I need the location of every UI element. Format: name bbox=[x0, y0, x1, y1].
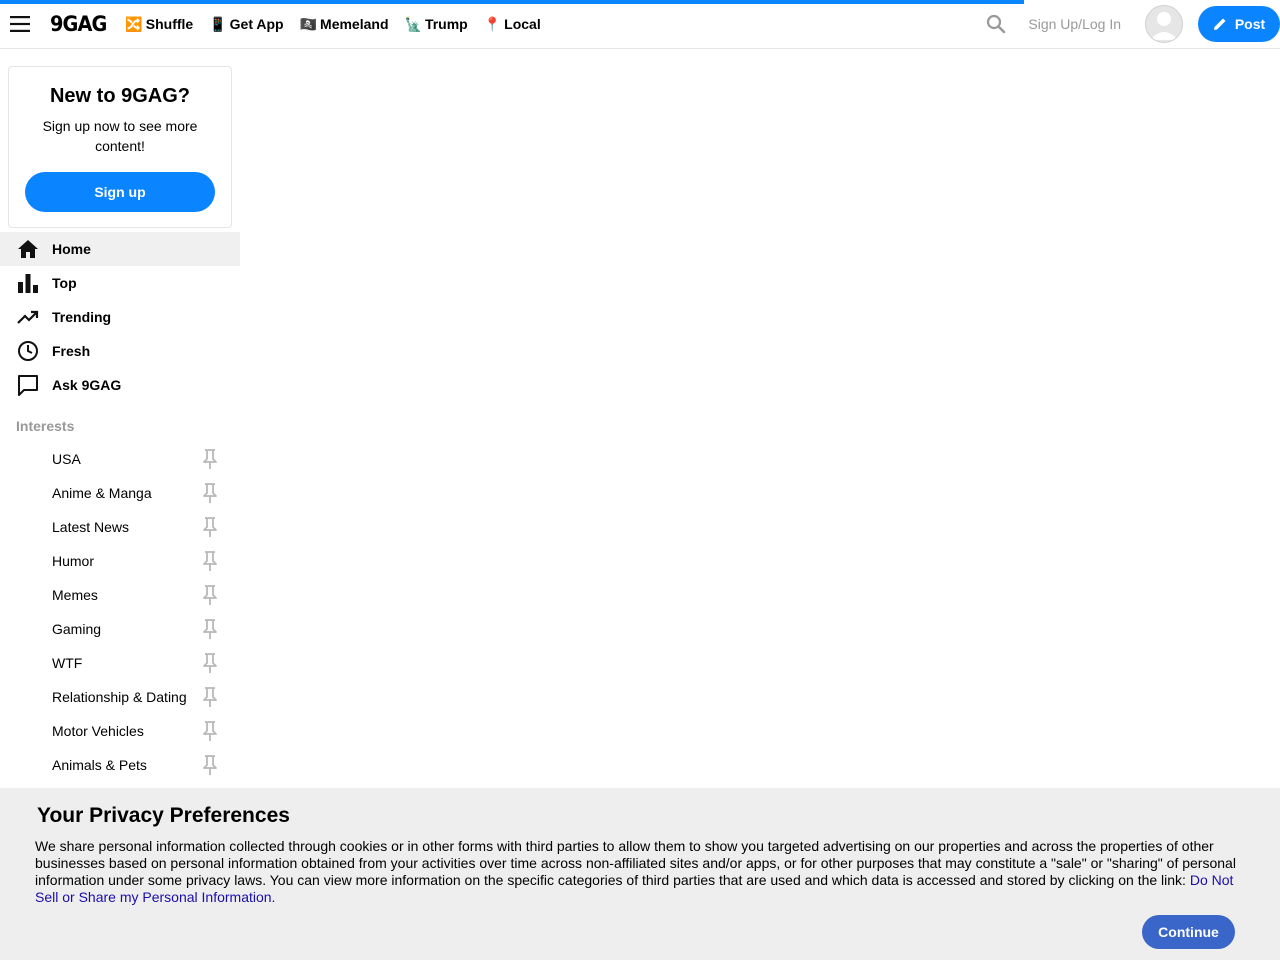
sidebar-item-label: Ask 9GAG bbox=[52, 377, 122, 393]
pin-icon[interactable] bbox=[201, 550, 219, 572]
post-button[interactable]: Post bbox=[1198, 6, 1280, 42]
nav-label: Get App bbox=[229, 16, 284, 32]
sidebar-item-top[interactable]: Top bbox=[0, 266, 240, 300]
interest-label: Gaming bbox=[52, 621, 102, 637]
nav-local[interactable]: 📍 Local bbox=[484, 16, 541, 33]
nav-memeland[interactable]: 🏴‍☠️ Memeland bbox=[300, 16, 389, 33]
sidebar-item-fresh[interactable]: Fresh bbox=[0, 334, 240, 368]
chat-icon bbox=[16, 373, 40, 397]
pencil-icon bbox=[1213, 18, 1226, 30]
shuffle-icon: 🔀 bbox=[125, 15, 143, 32]
avatar[interactable] bbox=[1145, 5, 1183, 43]
pin-icon[interactable] bbox=[201, 482, 219, 504]
home-icon bbox=[16, 237, 40, 261]
interest-item[interactable]: Anime & Manga bbox=[0, 476, 240, 510]
signup-title: New to 9GAG? bbox=[49, 85, 190, 107]
continue-button[interactable]: Continue bbox=[1142, 915, 1235, 949]
sidebar-item-home[interactable]: Home bbox=[0, 232, 240, 266]
sidebar-item-label: Top bbox=[52, 275, 77, 291]
interest-item[interactable]: Memes bbox=[0, 578, 240, 612]
interest-label: Memes bbox=[52, 587, 98, 603]
sidebar-item-ask-9gag[interactable]: Ask 9GAG bbox=[0, 368, 240, 402]
nav-shuffle[interactable]: 🔀 Shuffle bbox=[125, 16, 193, 33]
sidebar-item-label: Fresh bbox=[52, 343, 91, 359]
nav-get-app[interactable]: 📱 Get App bbox=[209, 16, 283, 33]
interest-label: Anime & Manga bbox=[52, 485, 152, 501]
interest-item[interactable]: Motor Vehicles bbox=[0, 714, 240, 748]
interest-label: Motor Vehicles bbox=[52, 723, 144, 739]
interest-item[interactable]: WTF bbox=[0, 646, 240, 680]
interest-item[interactable]: Animals & Pets bbox=[0, 748, 240, 782]
search-icon[interactable] bbox=[976, 4, 1016, 44]
interest-item[interactable]: Gaming bbox=[0, 612, 240, 646]
privacy-title: Your Privacy Preferences bbox=[37, 804, 290, 827]
top-nav: 🔀 Shuffle 📱 Get App 🏴‍☠️ Memeland 🗽 Trump 📍 L… bbox=[125, 16, 556, 33]
interest-label: Latest News bbox=[52, 519, 130, 535]
nav-label: Shuffle bbox=[145, 16, 194, 32]
interest-label: USA bbox=[52, 451, 81, 467]
nav-label: Local bbox=[504, 16, 541, 32]
logo[interactable]: 9GAG bbox=[50, 12, 107, 36]
interest-label: WTF bbox=[52, 655, 83, 671]
privacy-text: We share personal information collected … bbox=[35, 838, 1245, 906]
pin-icon[interactable] bbox=[201, 516, 219, 538]
pirate-flag-icon: 🏴‍☠️ bbox=[299, 15, 318, 32]
nav-label: Memeland bbox=[320, 16, 389, 32]
privacy-body: We share personal information collected … bbox=[35, 838, 1236, 888]
sidebar-menu: Home Top Trending Fresh Ask 9GAG bbox=[0, 232, 240, 402]
signup-card: New to 9GAG? Sign up now to see more con… bbox=[8, 66, 232, 228]
pin-icon[interactable] bbox=[201, 618, 219, 640]
pin-icon[interactable] bbox=[201, 754, 219, 776]
interest-label: Animals & Pets bbox=[52, 757, 147, 773]
trending-icon bbox=[16, 305, 40, 329]
hamburger-menu-icon[interactable] bbox=[0, 0, 40, 48]
interest-label: Humor bbox=[52, 553, 95, 569]
interest-item[interactable]: Humor bbox=[0, 544, 240, 578]
signup-text: Sign up now to see more content! bbox=[42, 118, 198, 154]
default-avatar-icon bbox=[1150, 12, 1178, 40]
statue-of-liberty-icon: 🗽 bbox=[404, 15, 422, 32]
sidebar-item-label: Home bbox=[52, 241, 91, 257]
sidebar-item-label: Trending bbox=[52, 309, 112, 325]
phone-icon: 📱 bbox=[209, 15, 227, 32]
privacy-banner: Your Privacy Preferences We share person… bbox=[0, 788, 1280, 960]
bar-chart-icon bbox=[16, 271, 40, 295]
nav-label: Trump bbox=[424, 16, 468, 32]
post-label: Post bbox=[1234, 16, 1266, 32]
interest-item[interactable]: USA bbox=[0, 442, 240, 476]
pin-icon[interactable] bbox=[201, 652, 219, 674]
login-link[interactable]: Sign Up/Log In bbox=[1028, 16, 1121, 32]
nav-trump[interactable]: 🗽 Trump bbox=[405, 16, 468, 33]
signup-button[interactable]: Sign up bbox=[25, 172, 215, 212]
interests-list: USA Anime & Manga Latest News Humor Memes Gam… bbox=[0, 442, 240, 782]
pin-icon[interactable] bbox=[201, 448, 219, 470]
clock-icon bbox=[16, 339, 40, 363]
interests-heading: Interests bbox=[16, 418, 75, 434]
pin-icon[interactable] bbox=[201, 720, 219, 742]
pin-icon[interactable] bbox=[201, 686, 219, 708]
interest-item[interactable]: Latest News bbox=[0, 510, 240, 544]
pin-icon[interactable] bbox=[201, 584, 219, 606]
header-actions: Sign Up/Log In Post bbox=[976, 4, 1280, 44]
top-header: 9GAG 🔀 Shuffle 📱 Get App 🏴‍☠️ Memeland 🗽 Tru… bbox=[0, 0, 1280, 49]
interest-label: Relationship & Dating bbox=[52, 689, 187, 705]
location-pin-icon: 📍 bbox=[483, 15, 502, 32]
interest-item[interactable]: Relationship & Dating bbox=[0, 680, 240, 714]
sidebar-item-trending[interactable]: Trending bbox=[0, 300, 240, 334]
